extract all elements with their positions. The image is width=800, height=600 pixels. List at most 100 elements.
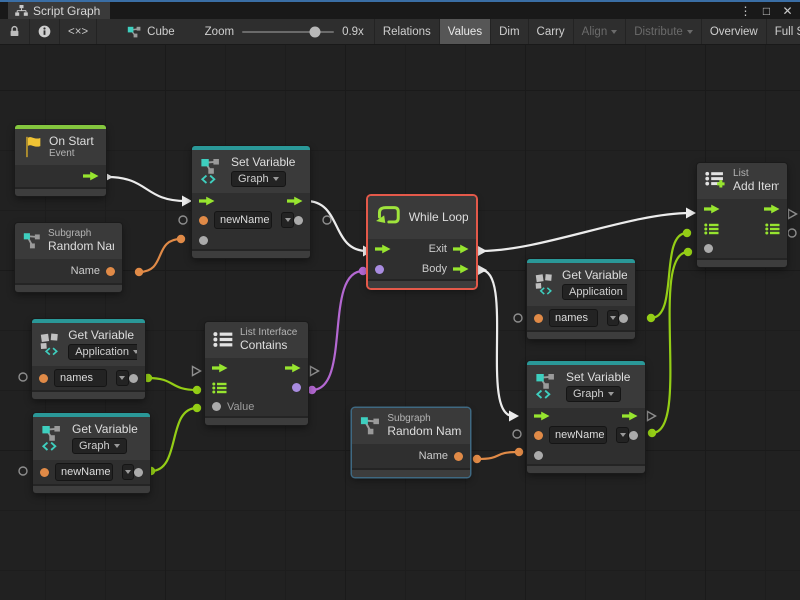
value-input-port[interactable] bbox=[199, 236, 208, 245]
body-flow-output-port[interactable]: Body bbox=[422, 263, 469, 275]
wire-set-variable-to-while-loop[interactable] bbox=[306, 201, 367, 251]
toolbar-button-relations[interactable]: Relations bbox=[374, 19, 439, 44]
toolbar-button-fullscreen[interactable]: Full Screen bbox=[766, 19, 800, 44]
wire-newname-to-contains-value[interactable] bbox=[151, 408, 197, 471]
node-add-item[interactable]: List Add Item bbox=[697, 163, 787, 267]
toolbar-button-align[interactable]: Align bbox=[573, 19, 626, 44]
unconnected-flow-triangle[interactable] bbox=[311, 367, 319, 376]
value-input-port[interactable] bbox=[212, 402, 221, 411]
window-menu-icon[interactable]: ⋮ bbox=[737, 3, 754, 19]
flow-input-port[interactable] bbox=[534, 411, 550, 421]
value-input-port[interactable] bbox=[534, 451, 543, 460]
variable-scope-dropdown[interactable]: Graph bbox=[72, 438, 127, 454]
variable-name-dropdown[interactable]: newName bbox=[55, 463, 113, 481]
wire-set-variable-out-to-add-item-item[interactable] bbox=[652, 252, 688, 433]
node-while-loop[interactable]: While Loop Exit Body bbox=[368, 196, 476, 288]
variable-name-dropdown-button[interactable] bbox=[607, 310, 619, 326]
node-get-variable-app-left[interactable]: Get Variable Application names bbox=[32, 319, 145, 399]
name-input-port[interactable] bbox=[199, 216, 208, 225]
variable-name-dropdown-button[interactable] bbox=[116, 370, 129, 386]
name-output-port[interactable] bbox=[106, 267, 115, 276]
toolbar-button-overview[interactable]: Overview bbox=[701, 19, 766, 44]
graph-canvas[interactable]: On Start Event bbox=[0, 45, 800, 600]
unconnected-flow-triangle[interactable] bbox=[648, 412, 656, 421]
unconnected-port-circle[interactable] bbox=[19, 373, 27, 381]
node-on-start[interactable]: On Start Event bbox=[15, 125, 106, 196]
flow-input-port[interactable] bbox=[199, 196, 215, 206]
toolbar-button-dim[interactable]: Dim bbox=[490, 19, 527, 44]
wire-while-exit-to-add-item[interactable] bbox=[481, 213, 690, 251]
node-subgraph-bottom[interactable]: Subgraph Random Name Name bbox=[352, 408, 470, 477]
window-close-icon[interactable]: ✕ bbox=[779, 3, 796, 19]
value-output-port[interactable] bbox=[619, 314, 628, 323]
unconnected-port-circle[interactable] bbox=[323, 216, 331, 224]
wire-random-name-to-set-variable-right-value[interactable] bbox=[477, 452, 519, 459]
variable-scope-dropdown[interactable]: Application bbox=[562, 284, 627, 300]
graph-target[interactable]: Cube bbox=[119, 19, 183, 44]
exit-flow-output-port[interactable]: Exit bbox=[429, 243, 469, 255]
flow-output-port[interactable] bbox=[285, 363, 301, 373]
wire-names-to-contains-list[interactable] bbox=[148, 378, 197, 390]
zoom-slider-handle[interactable] bbox=[309, 26, 320, 37]
list-output-port[interactable] bbox=[765, 223, 780, 235]
wire-while-body-to-set-variable[interactable] bbox=[481, 270, 513, 416]
wire-random-name-to-set-variable-value[interactable] bbox=[139, 239, 181, 272]
flow-output-port[interactable] bbox=[764, 204, 780, 214]
lock-icon[interactable] bbox=[0, 19, 30, 44]
node-set-variable-top[interactable]: Set Variable Graph newName bbox=[192, 146, 310, 258]
variable-name-dropdown[interactable]: names bbox=[549, 309, 598, 327]
list-input-port[interactable] bbox=[212, 382, 227, 394]
toolbar-button-carry[interactable]: Carry bbox=[528, 19, 573, 44]
variable-name-dropdown-button[interactable] bbox=[616, 427, 629, 443]
unconnected-port-circle[interactable] bbox=[19, 467, 27, 475]
code-view-icon[interactable]: <×> bbox=[60, 19, 97, 44]
node-subgraph-left[interactable]: Subgraph Random Name Name bbox=[15, 223, 122, 292]
wire-on-start-to-set-variable[interactable] bbox=[107, 177, 186, 201]
toolbar-button-distribute[interactable]: Distribute bbox=[625, 19, 701, 44]
variable-name-dropdown-button[interactable] bbox=[281, 212, 294, 228]
condition-input-port[interactable] bbox=[375, 265, 384, 274]
wire-contains-to-while-condition[interactable] bbox=[312, 271, 363, 390]
value-output-port[interactable] bbox=[294, 216, 303, 225]
flow-output-port[interactable] bbox=[622, 411, 638, 421]
variable-name-dropdown[interactable]: names bbox=[54, 369, 107, 387]
unconnected-port-circle[interactable] bbox=[179, 216, 187, 224]
variable-name-dropdown[interactable]: newName bbox=[549, 426, 607, 444]
node-get-variable-app-right[interactable]: Get Variable Application names bbox=[527, 259, 635, 339]
name-input-port[interactable] bbox=[534, 314, 543, 323]
item-input-port[interactable] bbox=[704, 244, 713, 253]
info-icon[interactable] bbox=[30, 19, 60, 44]
window-maximize-icon[interactable]: □ bbox=[758, 3, 775, 19]
node-set-variable-right[interactable]: Set Variable Graph newName bbox=[527, 361, 645, 473]
flow-output-port[interactable] bbox=[83, 171, 99, 181]
variable-name-dropdown[interactable]: newName bbox=[214, 211, 272, 229]
variable-scope-dropdown[interactable]: Application bbox=[68, 344, 137, 360]
unconnected-port-circle[interactable] bbox=[514, 314, 522, 322]
flow-input-port[interactable] bbox=[375, 244, 391, 254]
name-input-port[interactable] bbox=[534, 431, 543, 440]
list-input-port[interactable] bbox=[704, 223, 719, 235]
unconnected-flow-triangle[interactable] bbox=[193, 367, 201, 376]
flow-input-port[interactable] bbox=[212, 363, 228, 373]
node-contains[interactable]: List Interface Contains bbox=[205, 322, 308, 425]
zoom-slider[interactable] bbox=[242, 31, 334, 33]
toolbar-button-values[interactable]: Values bbox=[439, 19, 490, 44]
node-get-variable-graph[interactable]: Get Variable Graph newName bbox=[33, 413, 150, 493]
value-output-port[interactable] bbox=[129, 374, 138, 383]
tab-script-graph[interactable]: Script Graph bbox=[8, 2, 110, 19]
port-row bbox=[205, 358, 308, 378]
name-input-port[interactable] bbox=[40, 468, 49, 477]
value-output-port[interactable] bbox=[134, 468, 143, 477]
flow-input-port[interactable] bbox=[704, 204, 720, 214]
unconnected-flow-triangle[interactable] bbox=[789, 210, 797, 219]
flow-output-port[interactable] bbox=[287, 196, 303, 206]
variable-name-dropdown-button[interactable] bbox=[122, 464, 135, 480]
result-output-port[interactable] bbox=[292, 383, 301, 392]
name-input-port[interactable] bbox=[39, 374, 48, 383]
unconnected-port-circle[interactable] bbox=[788, 229, 796, 237]
name-output-port[interactable] bbox=[454, 452, 463, 461]
variable-scope-dropdown[interactable]: Graph bbox=[231, 171, 286, 187]
value-output-port[interactable] bbox=[629, 431, 638, 440]
unconnected-port-circle[interactable] bbox=[513, 430, 521, 438]
variable-scope-dropdown[interactable]: Graph bbox=[566, 386, 621, 402]
